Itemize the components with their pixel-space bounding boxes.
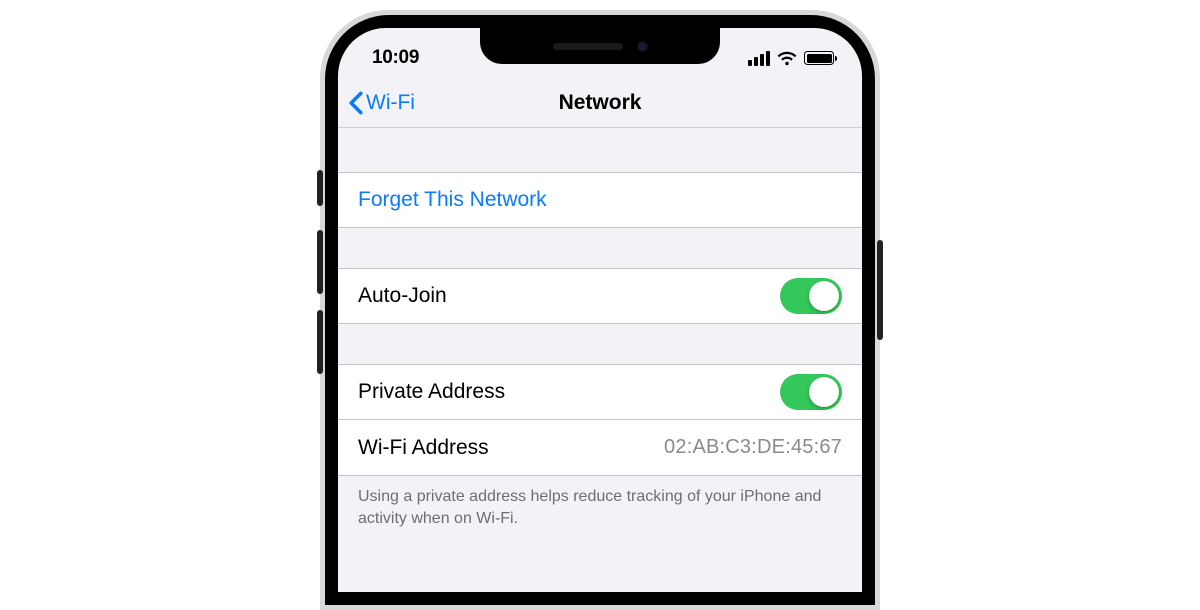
page-title: Network xyxy=(559,91,642,115)
volume-down-button xyxy=(317,310,323,374)
speaker-grille xyxy=(553,43,623,50)
auto-join-row: Auto-Join xyxy=(338,268,862,324)
mute-switch xyxy=(317,170,323,206)
volume-up-button xyxy=(317,230,323,294)
cellular-icon xyxy=(748,51,770,66)
private-address-label: Private Address xyxy=(358,380,505,404)
wifi-address-row: Wi-Fi Address 02:AB:C3:DE:45:67 xyxy=(338,420,862,476)
auto-join-toggle[interactable] xyxy=(780,278,842,314)
wifi-icon xyxy=(777,51,797,66)
chevron-left-icon xyxy=(348,91,366,115)
screen: 10:09 Wi xyxy=(338,28,862,592)
navigation-bar: Wi-Fi Network xyxy=(338,78,862,128)
status-time: 10:09 xyxy=(372,47,419,69)
private-address-toggle[interactable] xyxy=(780,374,842,410)
wifi-address-label: Wi-Fi Address xyxy=(358,436,489,460)
back-label: Wi-Fi xyxy=(366,91,415,115)
private-address-footnote: Using a private address helps reduce tra… xyxy=(338,476,862,539)
wifi-address-value: 02:AB:C3:DE:45:67 xyxy=(664,436,842,459)
forget-network-button[interactable]: Forget This Network xyxy=(338,172,862,228)
back-button[interactable]: Wi-Fi xyxy=(348,91,415,115)
notch xyxy=(480,28,720,64)
private-address-row: Private Address xyxy=(338,364,862,420)
battery-icon xyxy=(804,51,834,65)
front-camera xyxy=(637,41,648,52)
power-button xyxy=(877,240,883,340)
forget-network-label: Forget This Network xyxy=(358,188,547,212)
phone-frame: 10:09 Wi xyxy=(320,10,880,610)
auto-join-label: Auto-Join xyxy=(358,284,447,308)
